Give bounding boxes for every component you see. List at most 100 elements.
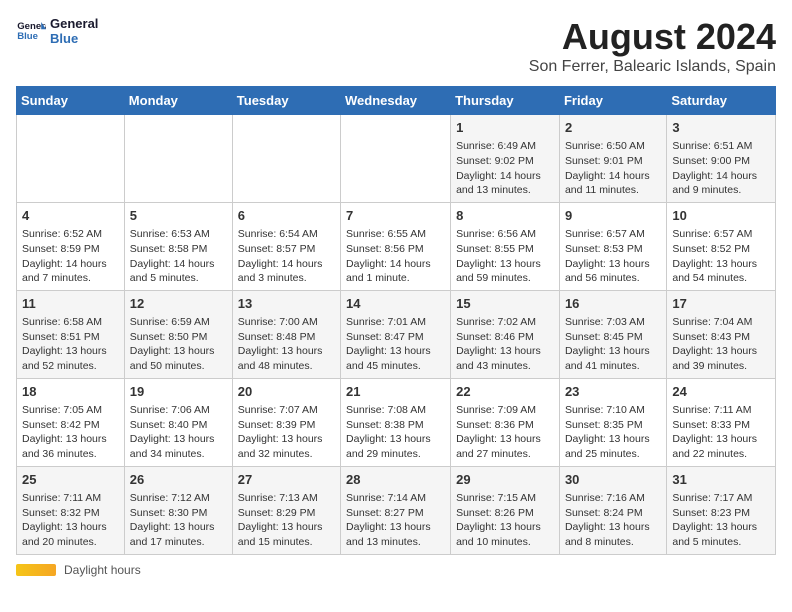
calendar-cell: 20Sunrise: 7:07 AM Sunset: 8:39 PM Dayli… <box>232 378 340 466</box>
day-number: 6 <box>238 207 335 225</box>
day-number: 15 <box>456 295 554 313</box>
day-number: 17 <box>672 295 770 313</box>
calendar-cell: 17 Sunrise: 7:04 AM Sunset: 8:43 PM Dayli… <box>667 290 776 378</box>
cell-content: Sunrise: 6:56 AM Sunset: 8:55 PM Dayligh… <box>456 227 554 286</box>
day-number: 31 <box>672 471 770 489</box>
day-number: 29 <box>456 471 554 489</box>
calendar-cell: 24 Sunrise: 7:11 AM Sunset: 8:33 PM Dayli… <box>667 378 776 466</box>
day-number: 20 <box>238 383 335 401</box>
calendar-cell: 28 Sunrise: 7:14 AM Sunset: 8:27 PM Dayli… <box>341 466 451 554</box>
subtitle: Son Ferrer, Balearic Islands, Spain <box>529 58 776 76</box>
cell-content: Sunrise: 7:09 AM Sunset: 8:36 PM Dayligh… <box>456 403 554 462</box>
calendar-cell: 26 Sunrise: 7:12 AM Sunset: 8:30 PM Dayli… <box>124 466 232 554</box>
calendar-cell: 7 Sunrise: 6:55 AM Sunset: 8:56 PM Daylig… <box>341 202 451 290</box>
day-header-sunday: Sunday <box>17 87 125 115</box>
calendar-cell: 2Sunrise: 6:50 AM Sunset: 9:01 PM Daylig… <box>559 115 666 203</box>
day-number: 27 <box>238 471 335 489</box>
day-number: 3 <box>672 119 770 137</box>
calendar-week-3: 11 Sunrise: 6:58 AM Sunset: 8:51 PM Dayli… <box>17 290 776 378</box>
calendar-cell: 30 Sunrise: 7:16 AM Sunset: 8:24 PM Dayli… <box>559 466 666 554</box>
day-number: 8 <box>456 207 554 225</box>
cell-content: Sunrise: 7:14 AM Sunset: 8:27 PM Dayligh… <box>346 491 445 550</box>
day-number: 16 <box>565 295 661 313</box>
cell-content: Sunrise: 7:11 AM Sunset: 8:32 PM Dayligh… <box>22 491 119 550</box>
calendar-cell: 1Sunrise: 6:49 AM Sunset: 9:02 PM Daylig… <box>451 115 560 203</box>
calendar-cell <box>341 115 451 203</box>
calendar-cell: 10 Sunrise: 6:57 AM Sunset: 8:52 PM Dayli… <box>667 202 776 290</box>
cell-content: Sunrise: 6:57 AM Sunset: 8:52 PM Dayligh… <box>672 227 770 286</box>
day-header-thursday: Thursday <box>451 87 560 115</box>
day-number: 22 <box>456 383 554 401</box>
cell-content: Sunrise: 6:59 AM Sunset: 8:50 PM Dayligh… <box>130 315 227 374</box>
logo: General Blue General Blue <box>16 16 98 46</box>
calendar-cell: 27 Sunrise: 7:13 AM Sunset: 8:29 PM Dayli… <box>232 466 340 554</box>
day-number: 28 <box>346 471 445 489</box>
calendar-week-2: 4 Sunrise: 6:52 AM Sunset: 8:59 PM Daylig… <box>17 202 776 290</box>
calendar-body: 1Sunrise: 6:49 AM Sunset: 9:02 PM Daylig… <box>17 115 776 555</box>
calendar-cell: 23 Sunrise: 7:10 AM Sunset: 8:35 PM Dayli… <box>559 378 666 466</box>
day-number: 24 <box>672 383 770 401</box>
cell-content: Sunrise: 7:08 AM Sunset: 8:38 PM Dayligh… <box>346 403 445 462</box>
calendar-cell: 16Sunrise: 7:03 AM Sunset: 8:45 PM Dayli… <box>559 290 666 378</box>
cell-content: Sunrise: 6:57 AM Sunset: 8:53 PM Dayligh… <box>565 227 661 286</box>
logo-icon: General Blue <box>16 16 46 46</box>
day-number: 14 <box>346 295 445 313</box>
day-number: 11 <box>22 295 119 313</box>
calendar-cell: 14 Sunrise: 7:01 AM Sunset: 8:47 PM Dayli… <box>341 290 451 378</box>
calendar-cell: 21 Sunrise: 7:08 AM Sunset: 8:38 PM Dayli… <box>341 378 451 466</box>
day-number: 10 <box>672 207 770 225</box>
day-number: 26 <box>130 471 227 489</box>
day-header-tuesday: Tuesday <box>232 87 340 115</box>
cell-content: Sunrise: 6:53 AM Sunset: 8:58 PM Dayligh… <box>130 227 227 286</box>
cell-content: Sunrise: 7:11 AM Sunset: 8:33 PM Dayligh… <box>672 403 770 462</box>
svg-text:Blue: Blue <box>17 31 38 42</box>
day-header-monday: Monday <box>124 87 232 115</box>
day-number: 30 <box>565 471 661 489</box>
cell-content: Sunrise: 6:49 AM Sunset: 9:02 PM Dayligh… <box>456 139 554 198</box>
cell-content: Sunrise: 7:02 AM Sunset: 8:46 PM Dayligh… <box>456 315 554 374</box>
calendar-cell: 5Sunrise: 6:53 AM Sunset: 8:58 PM Daylig… <box>124 202 232 290</box>
day-header-saturday: Saturday <box>667 87 776 115</box>
cell-content: Sunrise: 7:05 AM Sunset: 8:42 PM Dayligh… <box>22 403 119 462</box>
calendar-cell: 15 Sunrise: 7:02 AM Sunset: 8:46 PM Dayli… <box>451 290 560 378</box>
calendar-week-5: 25 Sunrise: 7:11 AM Sunset: 8:32 PM Dayli… <box>17 466 776 554</box>
cell-content: Sunrise: 7:13 AM Sunset: 8:29 PM Dayligh… <box>238 491 335 550</box>
cell-content: Sunrise: 7:04 AM Sunset: 8:43 PM Dayligh… <box>672 315 770 374</box>
cell-content: Sunrise: 7:12 AM Sunset: 8:30 PM Dayligh… <box>130 491 227 550</box>
day-header-wednesday: Wednesday <box>341 87 451 115</box>
calendar-cell: 31Sunrise: 7:17 AM Sunset: 8:23 PM Dayli… <box>667 466 776 554</box>
day-header-friday: Friday <box>559 87 666 115</box>
calendar-cell: 3 Sunrise: 6:51 AM Sunset: 9:00 PM Daylig… <box>667 115 776 203</box>
calendar-cell: 22 Sunrise: 7:09 AM Sunset: 8:36 PM Dayli… <box>451 378 560 466</box>
cell-content: Sunrise: 7:06 AM Sunset: 8:40 PM Dayligh… <box>130 403 227 462</box>
calendar-cell: 13Sunrise: 7:00 AM Sunset: 8:48 PM Dayli… <box>232 290 340 378</box>
cell-content: Sunrise: 7:15 AM Sunset: 8:26 PM Dayligh… <box>456 491 554 550</box>
logo-text-blue: Blue <box>50 31 98 46</box>
cell-content: Sunrise: 7:16 AM Sunset: 8:24 PM Dayligh… <box>565 491 661 550</box>
cell-content: Sunrise: 6:58 AM Sunset: 8:51 PM Dayligh… <box>22 315 119 374</box>
calendar-cell <box>232 115 340 203</box>
header: General Blue General Blue August 2024 So… <box>16 16 776 76</box>
cell-content: Sunrise: 7:00 AM Sunset: 8:48 PM Dayligh… <box>238 315 335 374</box>
calendar-cell: 19Sunrise: 7:06 AM Sunset: 8:40 PM Dayli… <box>124 378 232 466</box>
day-number: 9 <box>565 207 661 225</box>
cell-content: Sunrise: 6:55 AM Sunset: 8:56 PM Dayligh… <box>346 227 445 286</box>
day-number: 7 <box>346 207 445 225</box>
calendar-cell: 6Sunrise: 6:54 AM Sunset: 8:57 PM Daylig… <box>232 202 340 290</box>
cell-content: Sunrise: 6:52 AM Sunset: 8:59 PM Dayligh… <box>22 227 119 286</box>
day-number: 23 <box>565 383 661 401</box>
day-number: 21 <box>346 383 445 401</box>
calendar-week-4: 18Sunrise: 7:05 AM Sunset: 8:42 PM Dayli… <box>17 378 776 466</box>
calendar-cell: 4 Sunrise: 6:52 AM Sunset: 8:59 PM Daylig… <box>17 202 125 290</box>
main-title: August 2024 <box>529 16 776 58</box>
day-number: 4 <box>22 207 119 225</box>
cell-content: Sunrise: 7:01 AM Sunset: 8:47 PM Dayligh… <box>346 315 445 374</box>
calendar-cell: 25 Sunrise: 7:11 AM Sunset: 8:32 PM Dayli… <box>17 466 125 554</box>
day-number: 25 <box>22 471 119 489</box>
calendar-cell: 11 Sunrise: 6:58 AM Sunset: 8:51 PM Dayli… <box>17 290 125 378</box>
cell-content: Sunrise: 6:51 AM Sunset: 9:00 PM Dayligh… <box>672 139 770 198</box>
logo-text-general: General <box>50 16 98 31</box>
footer: Daylight hours <box>16 563 776 577</box>
cell-content: Sunrise: 7:10 AM Sunset: 8:35 PM Dayligh… <box>565 403 661 462</box>
calendar-cell: 18Sunrise: 7:05 AM Sunset: 8:42 PM Dayli… <box>17 378 125 466</box>
